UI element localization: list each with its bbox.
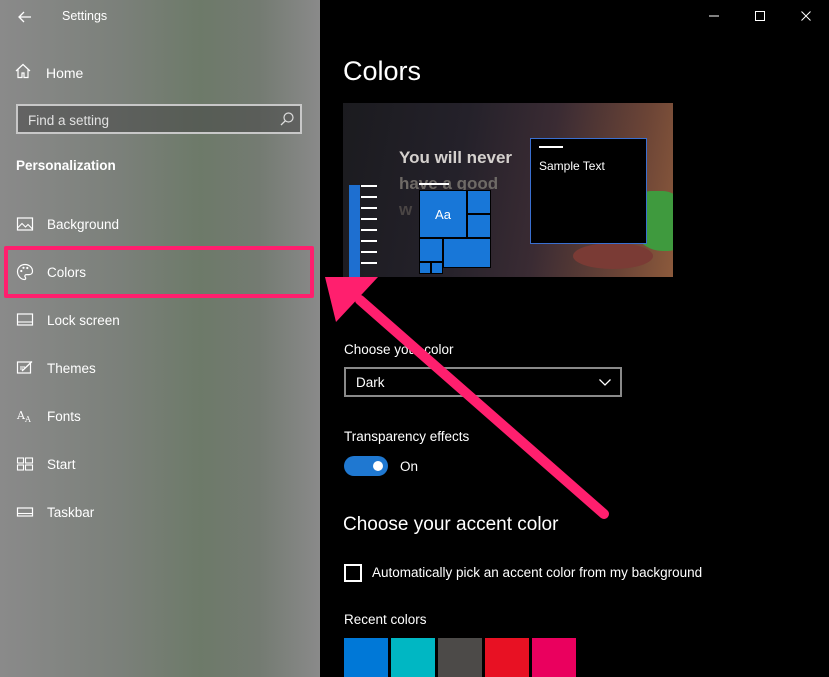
search-input[interactable] — [18, 106, 280, 134]
wallpaper-art — [573, 243, 653, 269]
accent-heading: Choose your accent color — [343, 514, 559, 535]
transparency-label: Transparency effects — [344, 429, 470, 444]
window-title: Settings — [62, 9, 108, 23]
sidebar-item-label: Background — [47, 216, 120, 232]
theme-preview: You will never have a good w Aa Sample T… — [343, 103, 673, 277]
main-panel: Colors You will never have a good w Aa S… — [320, 0, 829, 677]
toggle-state: On — [400, 459, 419, 474]
color-swatch[interactable] — [391, 638, 435, 677]
maximize-icon[interactable] — [737, 0, 783, 32]
sidebar-item-label: Fonts — [47, 408, 81, 424]
choose-color-dropdown[interactable]: Dark — [344, 367, 622, 397]
sidebar-item-label: Lock screen — [47, 312, 120, 328]
preview-start-tiles: Aa — [419, 190, 495, 277]
sidebar: Settings Home Personalization Background — [0, 0, 320, 677]
picture-icon — [16, 215, 34, 233]
taskbar-icon — [16, 503, 34, 521]
preview-tile — [467, 214, 491, 238]
search-box[interactable] — [16, 104, 302, 134]
sidebar-item-label: Themes — [47, 360, 96, 376]
preview-sample-window: Sample Text — [530, 138, 647, 244]
preview-menu-lines — [361, 185, 381, 273]
chevron-down-icon — [598, 375, 612, 389]
svg-text:A: A — [24, 415, 31, 424]
preview-tile — [431, 262, 443, 274]
sidebar-item-fonts[interactable]: AA Fonts — [0, 392, 320, 440]
sidebar-item-taskbar[interactable]: Taskbar — [0, 488, 320, 536]
sidebar-item-background[interactable]: Background — [0, 200, 320, 248]
preview-tile — [467, 190, 491, 214]
preview-taskbar — [349, 185, 360, 277]
settings-window: Settings Home Personalization Background — [0, 0, 829, 677]
title-bar: Settings — [0, 0, 320, 34]
dropdown-value: Dark — [356, 374, 385, 390]
transparency-toggle[interactable] — [344, 456, 388, 476]
lock-screen-icon — [16, 311, 34, 329]
sidebar-item-label: Start — [47, 456, 76, 472]
color-swatch[interactable] — [344, 638, 388, 677]
close-icon[interactable] — [783, 0, 829, 32]
home-label: Home — [46, 65, 84, 81]
preview-tile: Aa — [419, 190, 467, 238]
sidebar-item-lock-screen[interactable]: Lock screen — [0, 296, 320, 344]
color-swatch[interactable] — [438, 638, 482, 677]
sidebar-item-start[interactable]: Start — [0, 440, 320, 488]
wallpaper-text: You will never — [399, 148, 513, 167]
selected-item-highlight — [4, 246, 314, 298]
fonts-icon: AA — [16, 407, 34, 425]
minimize-icon[interactable] — [691, 0, 737, 32]
recent-colors-label: Recent colors — [344, 612, 427, 627]
toggle-knob — [373, 461, 383, 471]
window-controls — [691, 0, 829, 32]
search-icon[interactable] — [278, 110, 296, 128]
start-icon — [16, 455, 34, 473]
sidebar-item-label: Taskbar — [47, 504, 95, 520]
back-arrow-icon[interactable] — [14, 6, 36, 28]
home-icon — [14, 62, 32, 85]
sample-text: Sample Text — [539, 159, 605, 173]
preview-start-bar — [419, 183, 449, 185]
page-title: Colors — [343, 56, 422, 86]
section-heading: Personalization — [16, 158, 116, 173]
wallpaper-text: w — [399, 200, 413, 219]
home-link[interactable]: Home — [14, 60, 304, 86]
recent-colors — [344, 638, 579, 677]
themes-icon — [16, 359, 34, 377]
auto-accent-checkbox[interactable] — [344, 564, 362, 582]
preview-tile — [419, 238, 443, 262]
preview-tile — [419, 262, 431, 274]
color-swatch[interactable] — [532, 638, 576, 677]
color-swatch[interactable] — [485, 638, 529, 677]
choose-color-label: Choose your color — [344, 342, 454, 357]
sidebar-item-themes[interactable]: Themes — [0, 344, 320, 392]
preview-tile — [443, 238, 491, 268]
auto-accent-label[interactable]: Automatically pick an accent color from … — [372, 565, 702, 580]
